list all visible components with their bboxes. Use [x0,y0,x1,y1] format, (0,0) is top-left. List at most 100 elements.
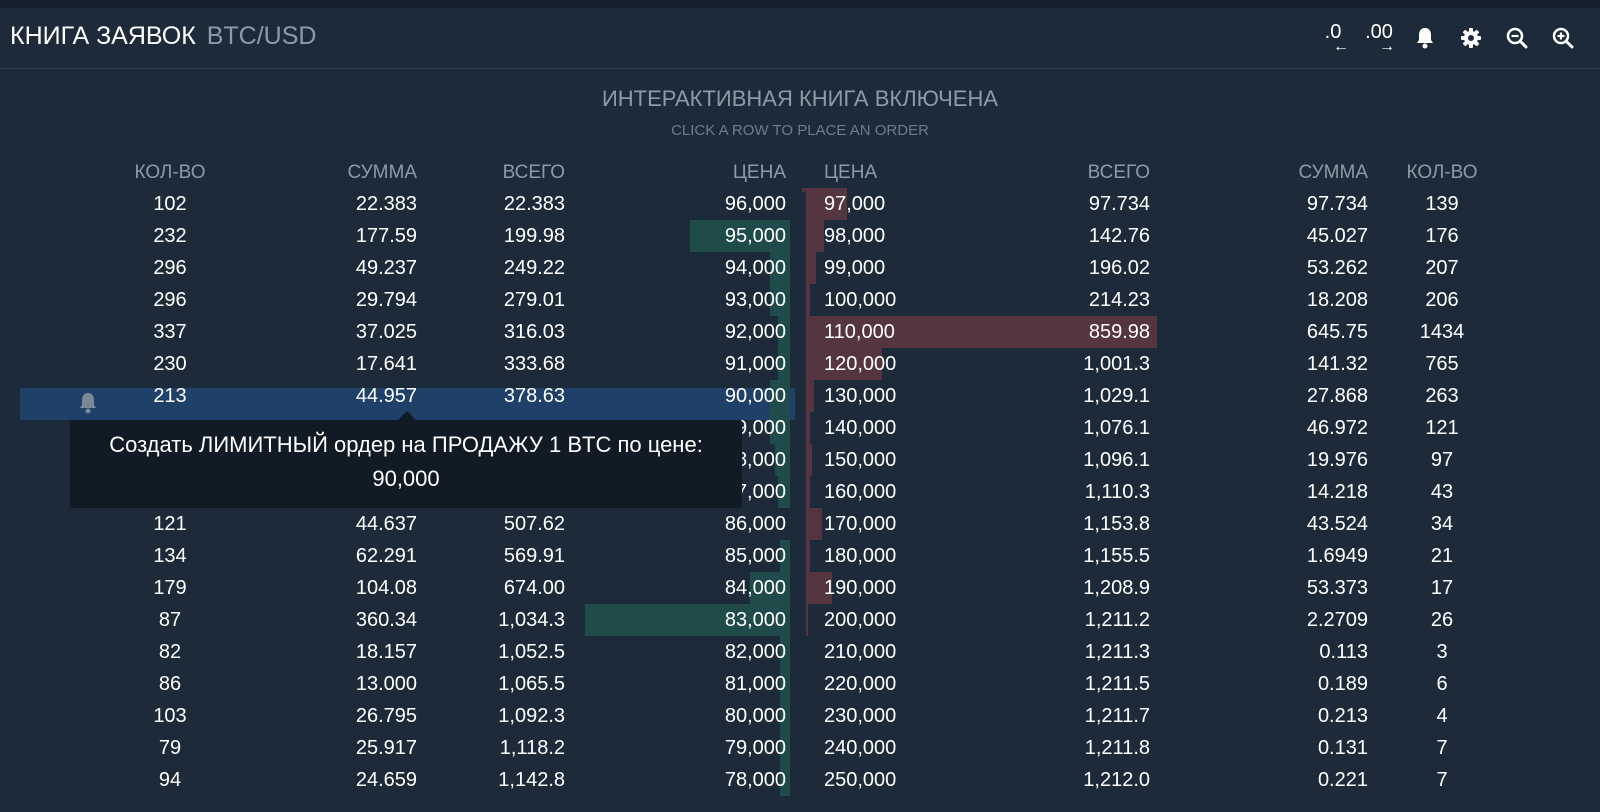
ask-total: 214.23 [1088,289,1150,311]
ask-amount: 0.221 [1317,769,1368,791]
tooltip-price: 90,000 [372,466,440,491]
orderbook-row[interactable]: 121 44.637 507.62 86,000 170,000 1,153.8 43.52… [0,508,1600,540]
asks-total-header: ВСЕГО [1087,162,1150,183]
zoom-in-icon [1552,27,1574,49]
center-divider [802,192,806,812]
row-bell-icon[interactable] [78,392,98,416]
orderbook-row[interactable]: 86 13.000 1,065.5 81,000 220,000 1,211.5 0.189… [0,668,1600,700]
bid-amount: 62.291 [355,545,417,567]
increase-precision-button[interactable]: .00 → [1356,18,1402,58]
decrease-precision-button[interactable]: .0 ← [1310,18,1356,58]
ask-amount: 1.6949 [1306,545,1368,567]
bid-total: 1,118.2 [499,737,565,759]
ask-amount: 14.218 [1306,481,1368,503]
bid-amount: 22.383 [355,193,417,215]
tooltip-caret [398,411,416,420]
orderbook-row[interactable]: 337 37.025 316.03 92,000 110,000 859.98 645.75… [0,316,1600,348]
bid-price: 83,000 [724,609,786,631]
orderbook-row[interactable]: 102 22.383 22.383 96,000 97,000 97.734 97.734 1… [0,188,1600,220]
ask-count: 34 [1430,513,1454,535]
ask-total: 1,211.2 [1084,609,1150,631]
ask-amount: 141.32 [1306,353,1368,375]
bid-amount: 37.025 [355,321,417,343]
bid-price: 86,000 [724,513,786,535]
bid-count: 94 [158,769,182,791]
bid-count: 86 [158,673,182,695]
zoom-in-button[interactable] [1540,18,1586,58]
asks-price-header: ЦЕНА [824,162,878,183]
bid-count: 87 [158,609,182,631]
ask-amount: 53.373 [1306,577,1368,599]
orderbook-row[interactable]: 134 62.291 569.91 85,000 180,000 1,155.5 1.694… [0,540,1600,572]
bid-price: 79,000 [724,737,786,759]
orderbook-row[interactable]: 230 17.641 333.68 91,000 120,000 1,001.3 141.3… [0,348,1600,380]
bid-count: 179 [153,577,187,599]
ask-count: 4 [1436,705,1448,727]
bid-total: 1,092.3 [498,705,565,727]
ask-price: 220,000 [824,673,897,695]
bid-price: 7,000 [735,481,786,503]
bid-total: 1,142.8 [498,769,565,791]
bid-total: 249.22 [503,257,565,279]
ask-count: 207 [1425,257,1459,279]
bid-amount: 44.637 [355,513,417,535]
orderbook-row[interactable]: 296 29.794 279.01 93,000 100,000 214.23 18.208… [0,284,1600,316]
ask-total: 1,153.8 [1083,513,1150,535]
bid-total: 1,052.5 [498,641,565,663]
interactive-book-hint: CLICK A ROW TO PLACE AN ORDER [671,122,929,139]
bid-count: 232 [153,225,187,247]
bid-total: 279.01 [503,289,565,311]
ask-total: 1,211.7 [1084,705,1150,727]
orderbook-row[interactable]: 179 104.08 674.00 84,000 190,000 1,208.9 53.37… [0,572,1600,604]
ask-amount: 0.213 [1317,705,1368,727]
bid-price: 95,000 [724,225,786,247]
orderbook-row[interactable]: 87 360.34 1,034.3 83,000 200,000 1,211.2 2.270… [0,604,1600,636]
bid-count: 121 [153,513,187,535]
ask-total: 1,211.5 [1084,673,1150,695]
orderbook-row[interactable]: 103 26.795 1,092.3 80,000 230,000 1,211.7 0.21… [0,700,1600,732]
orderbook-row[interactable]: 82 18.157 1,052.5 82,000 210,000 1,211.3 0.113… [0,636,1600,668]
ask-total: 1,029.1 [1083,385,1150,407]
arrow-left-icon: ← [1333,38,1349,55]
orderbook-row[interactable]: 296 49.237 249.22 94,000 99,000 196.02 53.262 2… [0,252,1600,284]
bid-amount: 104.08 [355,577,417,599]
ask-amount: 2.2709 [1306,609,1368,631]
ask-price: 100,000 [824,289,897,311]
ask-count: 97 [1430,449,1454,471]
bid-count: 213 [153,385,187,407]
bids-amount-header: СУММА [347,162,418,183]
ask-price: 230,000 [824,705,897,727]
orderbook-row[interactable]: 213 44.957 378.63 90,000 130,000 1,029.1 27.86… [0,380,1600,412]
bid-amount: 29.794 [355,289,417,311]
ask-amount: 0.113 [1319,641,1368,663]
alerts-button[interactable] [1402,18,1448,58]
ask-count: 17 [1430,577,1454,599]
asks-count-header: КОЛ-ВО [1406,162,1478,183]
ask-total: 1,208.9 [1083,577,1150,599]
bid-total: 333.68 [503,353,565,375]
bid-price: 9,000 [735,417,786,439]
zoom-out-button[interactable] [1494,18,1540,58]
bid-total: 1,065.5 [498,673,565,695]
ask-amount: 27.868 [1306,385,1368,407]
orderbook-row[interactable]: 94 24.659 1,142.8 78,000 250,000 1,212.0 0.221… [0,764,1600,796]
bids-total-header: ВСЕГО [502,162,565,183]
orderbook-row[interactable]: 79 25.917 1,118.2 79,000 240,000 1,211.8 0.131… [0,732,1600,764]
ask-price: 99,000 [824,257,886,279]
bid-price: 85,000 [724,545,786,567]
arrow-right-icon: → [1379,38,1395,55]
orderbook-row[interactable]: 232 177.59 199.98 95,000 98,000 142.76 45.027 1… [0,220,1600,252]
settings-button[interactable] [1448,18,1494,58]
ask-amount: 46.972 [1306,417,1368,439]
bid-count: 296 [153,289,187,311]
bid-total: 569.91 [503,545,565,567]
bid-amount: 17.641 [355,353,417,375]
ask-total: 196.02 [1088,257,1150,279]
bell-icon [80,393,96,414]
ask-total: 859.98 [1088,321,1150,343]
pair-label: BTC/USD [206,22,317,50]
ask-count: 176 [1425,225,1459,247]
bid-total: 199.98 [503,225,565,247]
ask-amount: 0.131 [1317,737,1368,759]
bid-price: 78,000 [724,769,786,791]
